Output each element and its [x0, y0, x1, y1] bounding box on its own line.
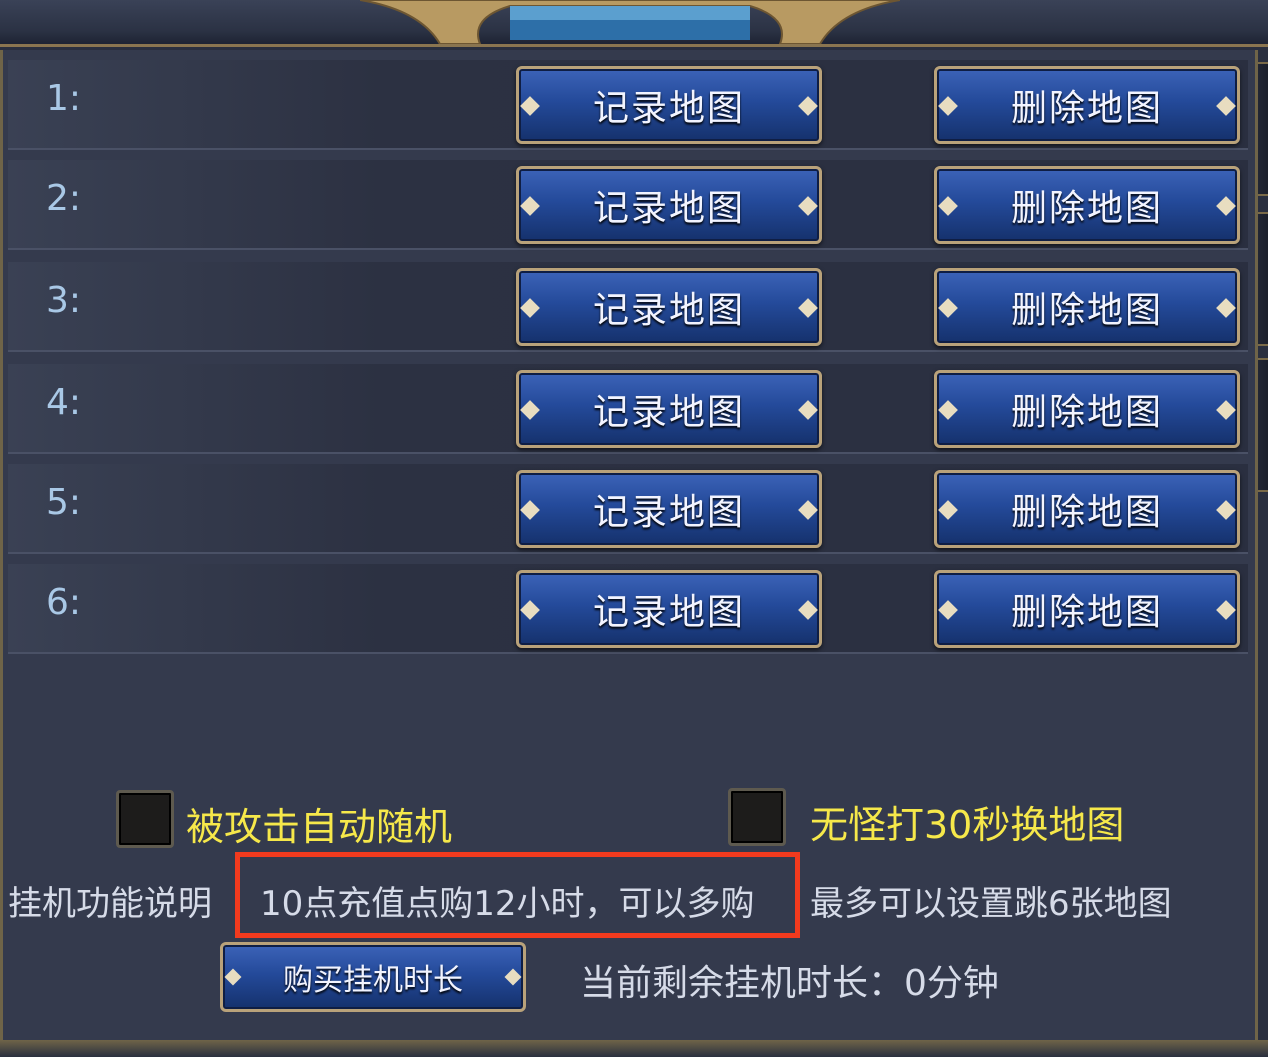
diamond-ornament-icon	[520, 500, 540, 520]
map-slot-row: 6: 记录地图 删除地图	[8, 564, 1248, 654]
delete-map-button[interactable]: 删除地图	[934, 570, 1240, 648]
slot-number-label: 1:	[46, 78, 82, 119]
max-maps-note: 最多可以设置跳6张地图	[810, 884, 1172, 924]
diamond-ornament-icon	[1216, 400, 1236, 420]
diamond-ornament-icon	[1216, 600, 1236, 620]
diamond-ornament-icon	[520, 400, 540, 420]
record-map-button[interactable]: 记录地图	[516, 268, 822, 346]
diamond-ornament-icon	[938, 400, 958, 420]
delete-map-label: 删除地图	[1010, 492, 1163, 533]
delete-map-label: 删除地图	[1010, 188, 1163, 229]
switch-map-label: 无怪打30秒换地图	[810, 803, 1125, 847]
record-map-label: 记录地图	[592, 592, 745, 633]
delete-map-label: 删除地图	[1010, 392, 1163, 433]
diamond-ornament-icon	[1216, 298, 1236, 318]
delete-map-label: 删除地图	[1010, 88, 1163, 129]
slot-number-label: 3:	[46, 280, 82, 321]
diamond-ornament-icon	[798, 96, 818, 116]
diamond-ornament-icon	[520, 600, 540, 620]
diamond-ornament-icon	[938, 600, 958, 620]
diamond-ornament-icon	[224, 968, 242, 986]
panel-bottom-frame	[0, 1040, 1268, 1057]
delete-map-button[interactable]: 删除地图	[934, 470, 1240, 548]
map-slot-row: 2: 记录地图 删除地图	[8, 160, 1248, 250]
delete-map-button[interactable]: 删除地图	[934, 66, 1240, 144]
auto-random-checkbox[interactable]	[116, 790, 174, 848]
panel-top-frame	[0, 0, 1268, 47]
slot-number-label: 4:	[46, 382, 82, 423]
record-map-label: 记录地图	[592, 290, 745, 331]
diamond-ornament-icon	[938, 500, 958, 520]
diamond-ornament-icon	[798, 500, 818, 520]
help-label[interactable]: 挂机功能说明	[8, 876, 212, 925]
map-slot-row: 3: 记录地图 删除地图	[8, 262, 1248, 352]
auto-random-label: 被攻击自动随机	[186, 805, 453, 849]
diamond-ornament-icon	[798, 600, 818, 620]
diamond-ornament-icon	[520, 196, 540, 216]
diamond-ornament-icon	[1216, 196, 1236, 216]
delete-map-button[interactable]: 删除地图	[934, 166, 1240, 244]
record-map-button[interactable]: 记录地图	[516, 570, 822, 648]
diamond-ornament-icon	[798, 400, 818, 420]
diamond-ornament-icon	[798, 298, 818, 318]
diamond-ornament-icon	[938, 196, 958, 216]
slot-number-label: 5:	[46, 482, 82, 523]
buy-hunt-time-label: 购买挂机时长	[283, 963, 463, 998]
delete-map-button[interactable]: 删除地图	[934, 370, 1240, 448]
diamond-ornament-icon	[938, 96, 958, 116]
recharge-note: 10点充值点购12小时，可以多购	[260, 884, 755, 924]
record-map-label: 记录地图	[592, 392, 745, 433]
crest-ornament	[360, 0, 900, 44]
map-slot-row: 4: 记录地图 删除地图	[8, 364, 1248, 454]
record-map-label: 记录地图	[592, 188, 745, 229]
remaining-time-text: 当前剩余挂机时长：0分钟	[580, 963, 999, 1004]
diamond-ornament-icon	[1216, 500, 1236, 520]
buy-hunt-time-button[interactable]: 购买挂机时长	[220, 942, 526, 1012]
slot-number-label: 2:	[46, 178, 82, 219]
diamond-ornament-icon	[520, 96, 540, 116]
record-map-button[interactable]: 记录地图	[516, 166, 822, 244]
map-slot-row: 1: 记录地图 删除地图	[8, 60, 1248, 150]
delete-map-label: 删除地图	[1010, 290, 1163, 331]
delete-map-button[interactable]: 删除地图	[934, 268, 1240, 346]
record-map-label: 记录地图	[592, 492, 745, 533]
record-map-button[interactable]: 记录地图	[516, 370, 822, 448]
delete-map-label: 删除地图	[1010, 592, 1163, 633]
diamond-ornament-icon	[1216, 96, 1236, 116]
slot-number-label: 6:	[46, 582, 82, 623]
record-map-button[interactable]: 记录地图	[516, 66, 822, 144]
diamond-ornament-icon	[520, 298, 540, 318]
diamond-ornament-icon	[504, 968, 522, 986]
diamond-ornament-icon	[938, 298, 958, 318]
record-map-label: 记录地图	[592, 88, 745, 129]
record-map-button[interactable]: 记录地图	[516, 470, 822, 548]
switch-map-checkbox[interactable]	[728, 788, 786, 846]
map-slot-row: 5: 记录地图 删除地图	[8, 464, 1248, 554]
diamond-ornament-icon	[798, 196, 818, 216]
